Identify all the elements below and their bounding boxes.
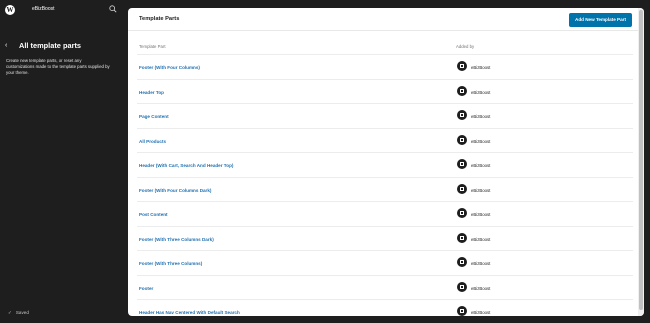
table-row: Footer (With Four Columns Dark) eBizBoos… <box>137 176 633 202</box>
added-by-label: eBizBoost <box>471 163 491 168</box>
added-by-label: eBizBoost <box>471 65 491 70</box>
theme-avatar-icon <box>457 208 467 218</box>
template-parts-table: Footer (With Four Columns) eBizBoost Hea… <box>137 54 633 316</box>
theme-avatar-icon <box>457 232 467 243</box>
theme-avatar-icon <box>457 183 467 194</box>
added-by-label: eBizBoost <box>471 285 491 291</box>
template-part-link[interactable]: Header (With Cart, Search And Header Top… <box>139 163 233 168</box>
top-bar: W eBizBoost <box>0 0 128 20</box>
search-icon[interactable] <box>109 5 117 13</box>
template-part-link[interactable]: All Products <box>139 139 166 144</box>
sidebar-title: All template parts <box>19 41 82 50</box>
added-by-label: eBizBoost <box>471 310 491 315</box>
added-by-label: eBizBoost <box>471 212 491 217</box>
template-part-link[interactable]: Post Content <box>139 212 168 217</box>
wordpress-logo-icon[interactable]: W <box>5 5 15 15</box>
template-parts-panel: Template Parts Add New Template Part Tem… <box>128 8 644 316</box>
panel-header: Template Parts Add New Template Part <box>128 8 638 31</box>
table-row: Header Top eBizBoost <box>137 78 633 104</box>
template-part-link[interactable]: Header Has Nav Centered With Default Sea… <box>139 310 240 315</box>
theme-avatar-icon <box>457 110 467 120</box>
sidebar-description: Create new template parts, or reset any … <box>6 58 110 75</box>
table-row: All Products eBizBoost <box>137 127 633 153</box>
table-row: Footer eBizBoost <box>137 274 633 300</box>
template-part-link[interactable]: Footer <box>139 286 153 291</box>
theme-avatar-icon <box>457 281 467 292</box>
vertical-scrollbar[interactable] <box>638 8 644 316</box>
added-by-label: eBizBoost <box>471 89 491 95</box>
table-row: Footer (With Three Columns) eBizBoost <box>137 250 633 275</box>
theme-avatar-icon <box>457 257 467 267</box>
theme-avatar-icon <box>457 61 467 71</box>
template-part-link[interactable]: Footer (With Three Columns Dark) <box>139 237 214 242</box>
theme-avatar-icon <box>457 306 467 316</box>
added-by-label: eBizBoost <box>471 138 491 144</box>
table-row: Header Has Nav Centered With Default Sea… <box>137 299 633 316</box>
page-title: Template Parts <box>139 16 180 22</box>
template-part-link[interactable]: Footer (With Four Columns) <box>139 65 200 70</box>
table-row: Post Content eBizBoost <box>137 201 633 226</box>
add-new-template-part-button[interactable]: Add New Template Part <box>569 13 632 27</box>
table-row: Page Content eBizBoost <box>137 103 633 128</box>
theme-avatar-icon <box>457 134 467 145</box>
added-by-label: eBizBoost <box>471 236 491 242</box>
saved-status: ✓ Saved <box>8 310 29 316</box>
saved-label: Saved <box>15 310 29 315</box>
added-by-label: eBizBoost <box>471 114 491 119</box>
check-icon: ✓ <box>8 310 12 315</box>
column-header-template-part: Template Part <box>139 44 166 49</box>
site-name[interactable]: eBizBoost <box>32 6 55 12</box>
template-part-link[interactable]: Footer (With Three Columns) <box>139 261 202 266</box>
template-part-link[interactable]: Header Top <box>139 90 164 95</box>
added-by-label: eBizBoost <box>471 261 491 266</box>
table-row: Footer (With Three Columns Dark) eBizBoo… <box>137 225 633 251</box>
column-header-added-by: Added by <box>456 44 475 49</box>
table-row: Header (With Cart, Search And Header Top… <box>137 152 633 177</box>
theme-avatar-icon <box>457 85 467 96</box>
scrollbar-thumb[interactable] <box>639 10 643 310</box>
template-part-link[interactable]: Footer (With Four Columns Dark) <box>139 188 211 193</box>
template-part-link[interactable]: Page Content <box>139 114 169 119</box>
added-by-label: eBizBoost <box>471 187 491 193</box>
back-chevron-icon[interactable]: ‹ <box>5 42 7 50</box>
theme-avatar-icon <box>457 159 467 169</box>
table-row: Footer (With Four Columns) eBizBoost <box>137 54 633 79</box>
